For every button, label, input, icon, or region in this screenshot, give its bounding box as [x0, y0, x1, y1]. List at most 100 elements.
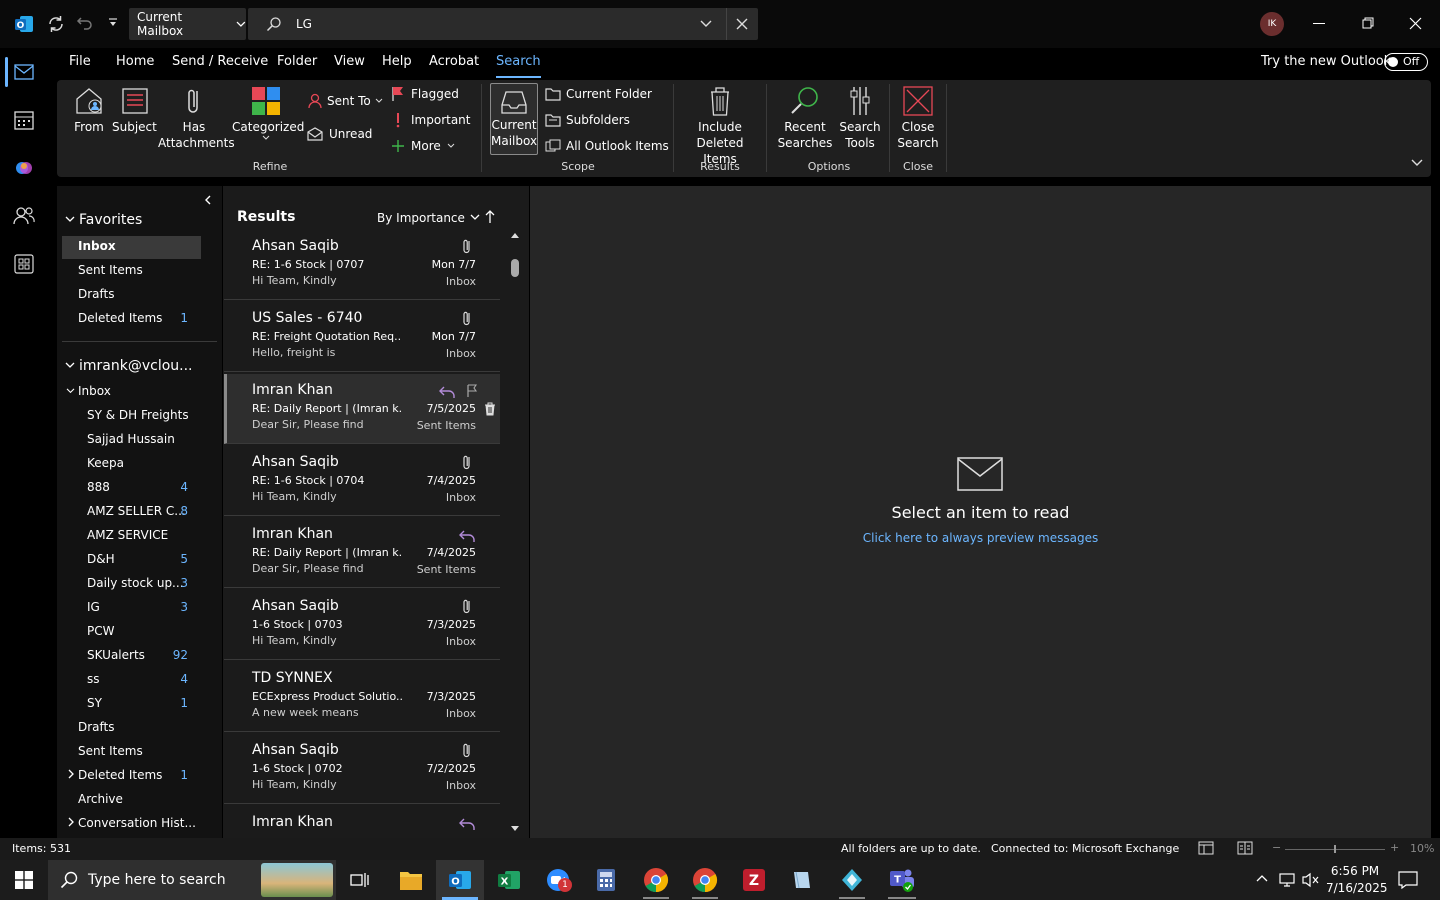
recent-searches-button[interactable]: Recent Searches	[774, 85, 836, 151]
subfolder-item[interactable]: AMZ SELLER C...	[87, 504, 186, 518]
has-attachments-button[interactable]: Has Attachments	[158, 85, 235, 151]
folder-archive[interactable]: Archive	[78, 792, 123, 806]
mail-icon[interactable]	[14, 64, 34, 80]
subfolder-item[interactable]: D&H	[87, 552, 115, 566]
subfolder-item[interactable]: 888	[87, 480, 110, 494]
search-box[interactable]: LG	[248, 8, 758, 40]
excel-icon[interactable]: X	[497, 869, 521, 891]
search-highlight-image[interactable]	[261, 863, 333, 897]
search-scope-dropdown[interactable]: Current Mailbox	[129, 8, 246, 40]
folder-sent-items[interactable]: Sent Items	[78, 744, 143, 758]
subfolder-item[interactable]: SKUalerts	[87, 648, 145, 662]
people-icon[interactable]	[13, 206, 35, 226]
important-button[interactable]: Important	[391, 112, 471, 128]
subfolder-item[interactable]: SY & DH Freights	[87, 408, 189, 422]
tab-help[interactable]: Help	[382, 54, 412, 74]
favorite-folder-item[interactable]: Inbox	[78, 239, 116, 253]
categorized-button[interactable]: Categorized	[232, 85, 304, 141]
undo-icon[interactable]	[76, 14, 94, 32]
subfolder-item[interactable]: ss	[87, 672, 100, 686]
flagged-button[interactable]: Flagged	[391, 86, 459, 102]
search-expand-chevron-icon[interactable]	[700, 19, 712, 29]
tab-send-receive[interactable]: Send / Receive	[172, 54, 268, 74]
message-row[interactable]: Imran Khan	[224, 806, 500, 838]
sent-to-button[interactable]: Sent To	[307, 93, 383, 109]
zoom-in-icon[interactable]: +	[1390, 841, 1399, 854]
sort-direction-arrow-icon[interactable]	[485, 210, 495, 224]
calendar-icon[interactable]	[14, 110, 34, 130]
network-icon[interactable]	[1278, 872, 1296, 888]
clock-date[interactable]: 7/16/2025	[1326, 881, 1388, 895]
copilot-icon[interactable]	[14, 158, 34, 178]
flag-icon[interactable]	[466, 384, 478, 398]
notepad-app-icon[interactable]	[790, 868, 814, 892]
tab-search[interactable]: Search	[496, 54, 541, 78]
include-deleted-items-button[interactable]: Include Deleted Items	[680, 85, 760, 167]
message-row[interactable]: Imran Khan RE: Daily Report | (Imran k...…	[224, 374, 500, 444]
search-tools-button[interactable]: Search Tools	[838, 85, 882, 151]
delete-icon[interactable]	[484, 402, 496, 416]
collapse-folder-pane-icon[interactable]	[204, 195, 212, 205]
folder-deleted-items[interactable]: Deleted Items	[78, 768, 162, 782]
subject-button[interactable]: Subject	[112, 85, 157, 135]
subfolders-button[interactable]: Subfolders	[545, 112, 630, 128]
message-row[interactable]: Ahsan Saqib 1-6 Stock | 0703 Hi Team, Kind…	[224, 590, 500, 660]
more-button[interactable]: More	[391, 138, 455, 154]
tray-overflow-chevron-icon[interactable]	[1256, 874, 1268, 882]
vpn-app-icon[interactable]	[839, 867, 865, 899]
chrome-profile-icon[interactable]	[692, 867, 718, 899]
chevron-right-icon[interactable]	[68, 769, 75, 779]
clear-search-icon[interactable]	[736, 18, 748, 30]
subfolder-item[interactable]: Sajjad Hussain	[87, 432, 175, 446]
subfolder-item[interactable]: PCW	[87, 624, 114, 638]
from-button[interactable]: From	[70, 85, 108, 135]
message-row[interactable]: Ahsan Saqib 1-6 Stock | 0702 Hi Team, Kind…	[224, 734, 500, 804]
message-row[interactable]: Ahsan Saqib RE: 1-6 Stock | 0707 Hi Team, …	[224, 230, 500, 300]
folder-drafts[interactable]: Drafts	[78, 720, 115, 734]
sort-dropdown[interactable]: By Importance	[377, 211, 480, 225]
customize-toolbar-icon[interactable]	[107, 17, 119, 29]
scroll-up-icon[interactable]	[510, 231, 520, 239]
teams-icon[interactable]: T	[888, 867, 916, 899]
subfolder-item[interactable]: Keepa	[87, 456, 124, 470]
message-row[interactable]: TD SYNNEX ECExpress Product Solutio... A n…	[224, 662, 500, 732]
close-search-button[interactable]: Close Search	[896, 85, 940, 151]
unread-button[interactable]: Unread	[307, 126, 372, 142]
zoom-out-icon[interactable]: −	[1272, 841, 1281, 854]
close-window-icon[interactable]	[1409, 17, 1422, 30]
zoom-level[interactable]: 10%	[1410, 842, 1434, 855]
reading-view-icon[interactable]	[1237, 841, 1253, 855]
taskbar-search-box[interactable]: Type here to search	[48, 860, 336, 900]
windows-start-icon[interactable]	[15, 871, 33, 889]
avatar[interactable]: IK	[1260, 12, 1284, 36]
all-outlook-items-button[interactable]: All Outlook Items	[545, 138, 669, 154]
apps-icon[interactable]	[14, 254, 34, 274]
subfolder-item[interactable]: Daily stock up...	[87, 576, 184, 590]
chrome-icon[interactable]	[643, 867, 669, 899]
scroll-down-icon[interactable]	[510, 825, 520, 833]
volume-muted-icon[interactable]	[1301, 872, 1319, 888]
favorite-folder-item[interactable]: Sent Items	[78, 263, 143, 277]
subfolder-item[interactable]: IG	[87, 600, 100, 614]
ribbon-collapse-icon[interactable]	[1411, 159, 1423, 167]
favorite-folder-item[interactable]: Drafts	[78, 287, 115, 301]
favorite-folder-item[interactable]: Deleted Items	[78, 311, 162, 325]
taskbar-outlook-active[interactable]: O	[436, 860, 484, 900]
tab-file[interactable]: File	[69, 54, 91, 74]
inbox-folder[interactable]: Inbox	[66, 384, 111, 398]
task-view-icon[interactable]	[350, 871, 370, 889]
search-input[interactable]: LG	[296, 17, 312, 31]
favorites-header[interactable]: Favorites	[65, 212, 142, 228]
tab-home[interactable]: Home	[116, 54, 154, 74]
message-row[interactable]: Ahsan Saqib RE: 1-6 Stock | 0704 Hi Team, …	[224, 446, 500, 516]
current-mailbox-button[interactable]: Current Mailbox	[490, 83, 538, 155]
restore-icon[interactable]	[1362, 17, 1374, 29]
file-explorer-icon[interactable]	[399, 869, 423, 891]
notification-center-icon[interactable]	[1398, 871, 1418, 889]
try-new-outlook-toggle[interactable]: Off	[1384, 53, 1428, 71]
subfolder-item[interactable]: AMZ SERVICE	[87, 528, 168, 542]
current-folder-button[interactable]: Current Folder	[545, 86, 652, 102]
sync-icon[interactable]	[46, 14, 66, 34]
normal-view-icon[interactable]	[1198, 841, 1214, 855]
calculator-icon[interactable]	[595, 868, 617, 892]
